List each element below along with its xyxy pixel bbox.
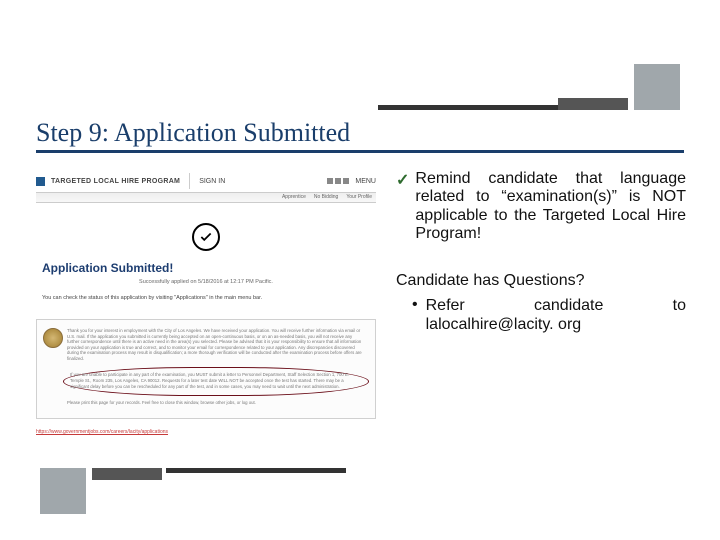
refer-word-2: candidate	[534, 296, 603, 315]
letter-p2: If you are unable to participate in any …	[70, 372, 362, 389]
letter-p3: Please print this page for your records.…	[67, 400, 365, 406]
slide-title: Step 9: Application Submitted	[36, 118, 684, 153]
bullet-remind-text: Remind candidate that language related t…	[415, 170, 686, 244]
app-logo-icon	[36, 177, 45, 186]
refer-word-3: to	[673, 296, 686, 315]
refer-text: Refer candidate to lalocalhire@lacity. o…	[426, 296, 686, 334]
submitted-sub1: Successfully applied on 5/18/2016 at 12:…	[42, 279, 370, 285]
bullet-dot-icon: •	[412, 296, 418, 334]
app-tabs: Apprentice No Bidding Your Profile	[36, 192, 376, 203]
tab-b: No Bidding	[314, 194, 338, 201]
questions-heading: Candidate has Questions?	[396, 272, 686, 290]
app-screenshot: TARGETED LOCAL HIRE PROGRAM SIGN IN MENU…	[36, 170, 376, 435]
flag-icon	[327, 178, 349, 184]
letter-p1: Thank you for your interest in employmen…	[67, 328, 365, 361]
notes-pane: ✓ Remind candidate that language related…	[396, 170, 686, 334]
bullet-remind: ✓ Remind candidate that language related…	[396, 170, 686, 244]
checkmark-icon	[192, 223, 220, 251]
confirmation-letter: Thank you for your interest in employmen…	[36, 319, 376, 419]
refer-word-1: Refer	[426, 296, 465, 315]
tab-c: Your Profile	[346, 194, 372, 201]
submitted-heading: Application Submitted!	[42, 257, 370, 275]
applications-url: https://www.governmentjobs.com/careers/l…	[36, 429, 376, 435]
menu-label: MENU	[355, 178, 376, 185]
check-icon: ✓	[396, 170, 409, 244]
refer-bullet: • Refer candidate to lalocalhire@lacity.…	[396, 296, 686, 334]
highlighted-paragraph: If you are unable to participate in any …	[63, 367, 369, 396]
slide-deco-top	[378, 40, 680, 110]
city-seal-icon	[43, 328, 63, 348]
signin-link: SIGN IN	[199, 178, 225, 185]
app-header: TARGETED LOCAL HIRE PROGRAM SIGN IN MENU	[36, 170, 376, 192]
contact-email: lalocalhire@lacity. org	[426, 316, 582, 333]
tab-a: Apprentice	[282, 194, 306, 201]
slide-deco-bottom	[40, 468, 346, 514]
program-name: TARGETED LOCAL HIRE PROGRAM	[51, 178, 180, 185]
submitted-sub2: You can check the status of this applica…	[42, 295, 370, 301]
